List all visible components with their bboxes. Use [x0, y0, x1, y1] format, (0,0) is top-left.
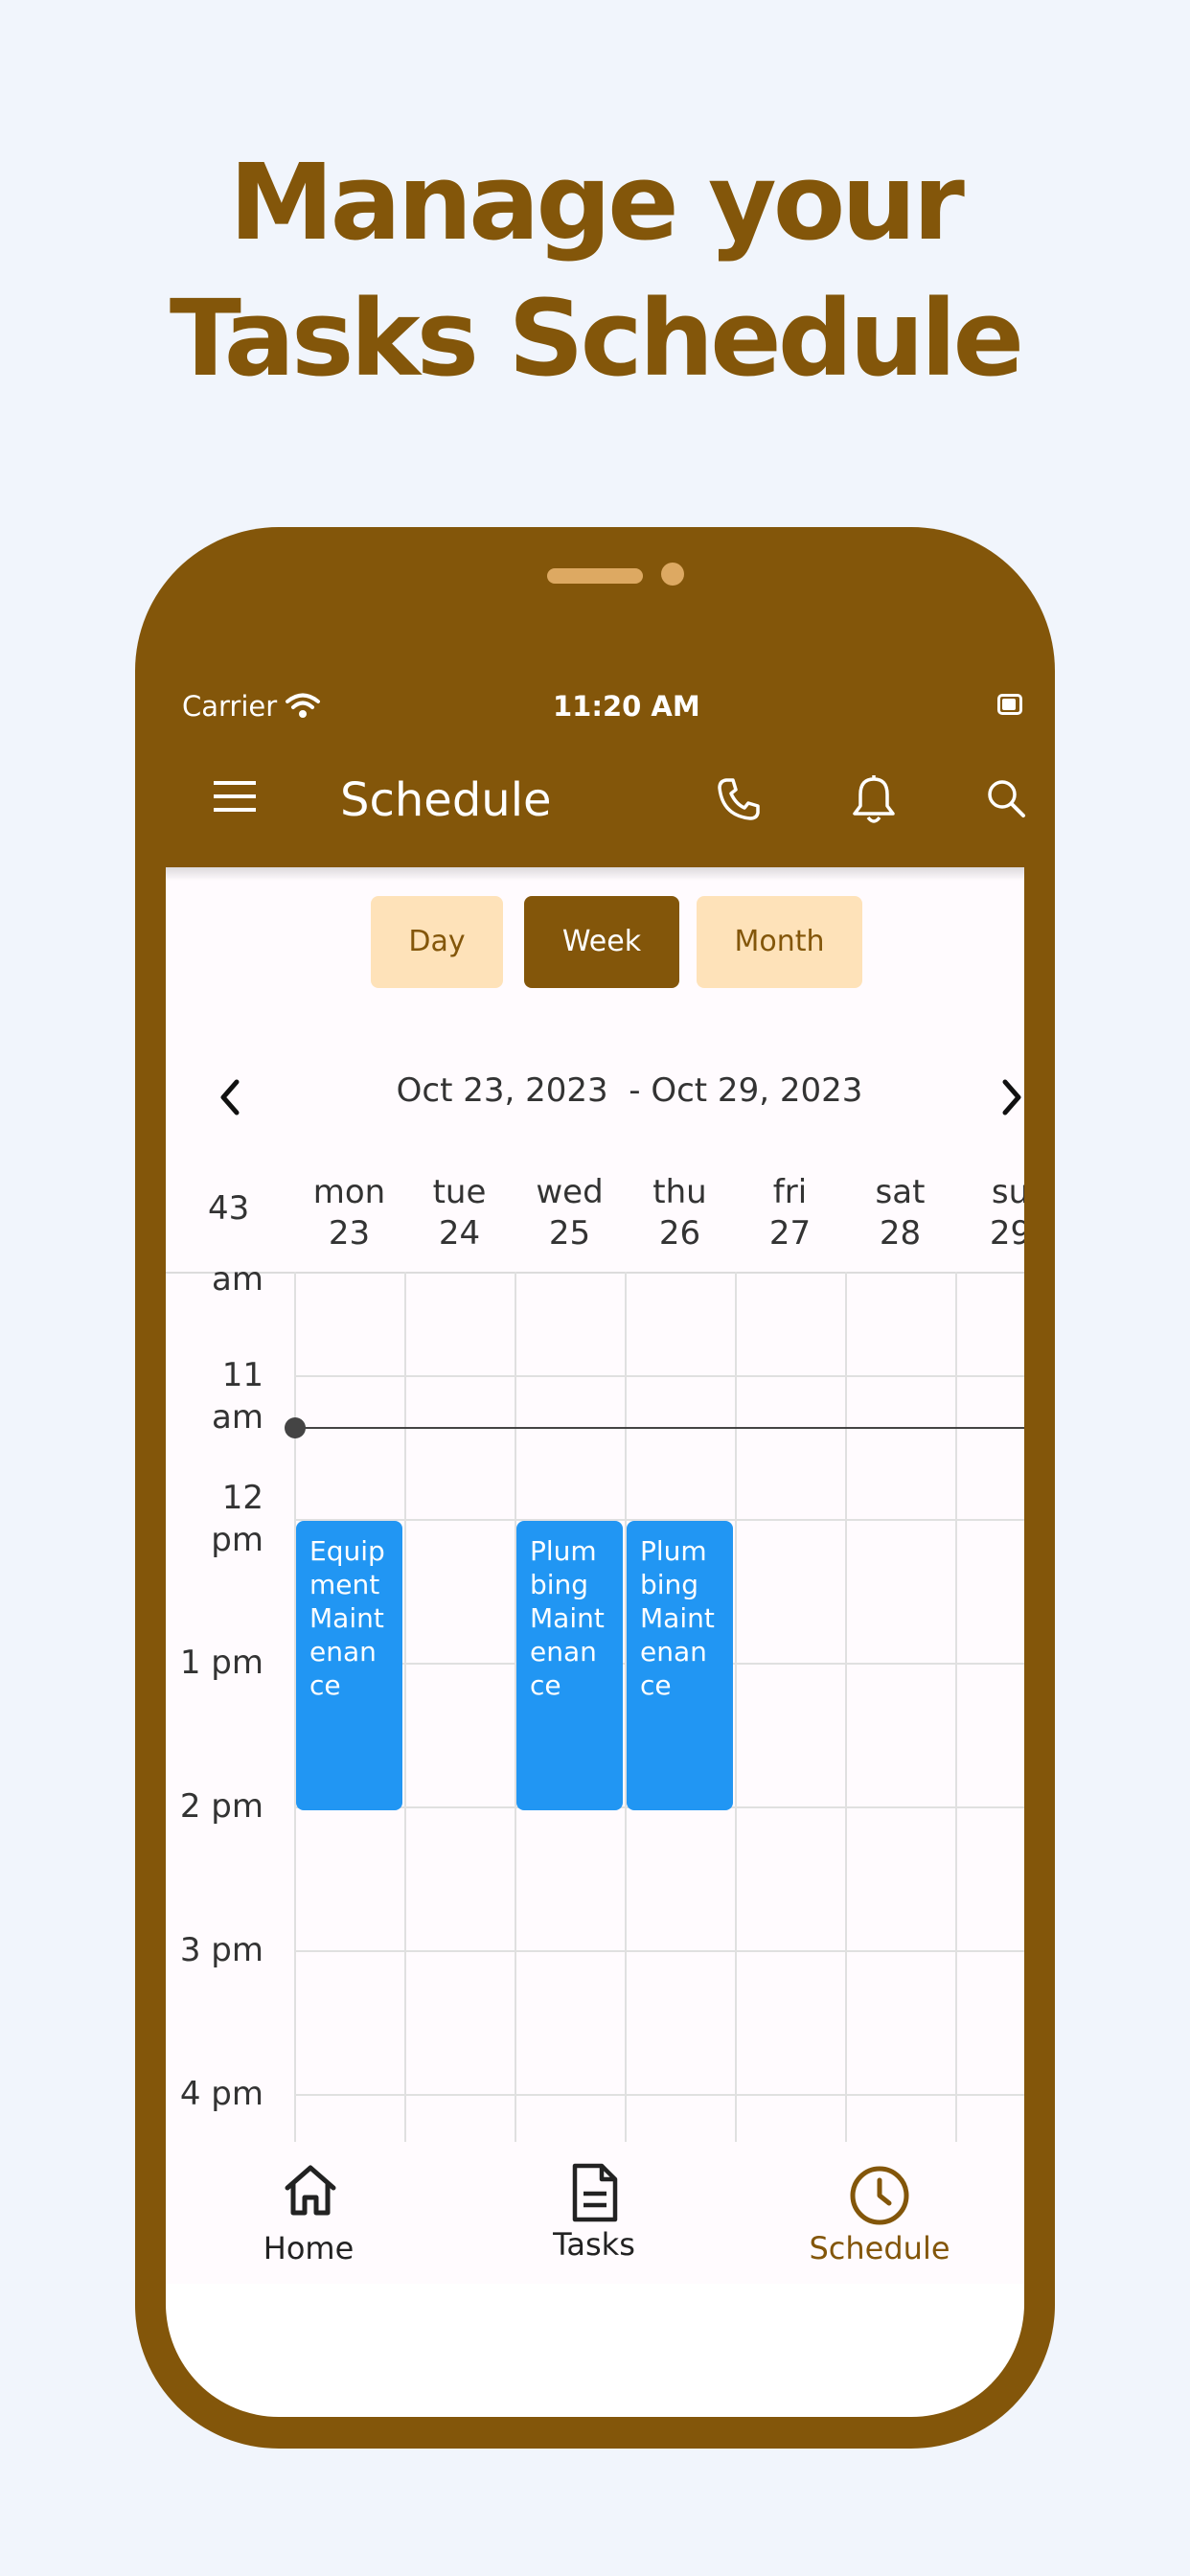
- day-date: 27: [768, 1214, 812, 1253]
- day-name: su: [991, 1173, 1024, 1211]
- headline-line-2: Tasks Schedule: [169, 277, 1024, 400]
- app-bar-shadow: [166, 867, 1024, 881]
- time-label: 3 pm: [179, 1931, 263, 1969]
- day-column-divider: [955, 1272, 957, 2142]
- day-header-mon[interactable]: mon 23: [294, 1172, 404, 1254]
- day-date: 29: [989, 1214, 1024, 1253]
- nav-label-tasks: Tasks: [553, 2226, 635, 2263]
- day-column-divider: [735, 1272, 737, 2142]
- day-name: tue: [432, 1173, 487, 1211]
- time-label: 2 pm: [179, 1787, 263, 1826]
- date-range-start: Oct 23, 2023: [396, 1071, 608, 1110]
- time-label: 4 pm: [179, 2075, 263, 2113]
- chevron-right-icon[interactable]: [997, 1076, 1024, 1122]
- page-title: Schedule: [340, 773, 552, 827]
- phone-icon[interactable]: [715, 775, 763, 827]
- speaker-grille: [547, 568, 643, 584]
- day-header-fri[interactable]: fri 27: [735, 1172, 845, 1254]
- promo-headline: Manage your Tasks Schedule: [0, 134, 1190, 406]
- day-column-divider: [845, 1272, 847, 2142]
- time-label: am: [212, 1260, 263, 1299]
- event-card[interactable]: Plumbing Maintenance: [516, 1521, 623, 1810]
- day-date: 24: [438, 1214, 481, 1253]
- date-range: Oct 23, 2023 - Oct 29, 2023: [166, 1071, 1024, 1110]
- day-name: wed: [536, 1173, 604, 1211]
- view-day-button[interactable]: Day: [371, 896, 503, 988]
- view-month-button[interactable]: Month: [697, 896, 862, 988]
- day-header-su[interactable]: su 29: [955, 1172, 1024, 1254]
- search-icon[interactable]: [985, 777, 1027, 823]
- clock-icon: [849, 2165, 910, 2230]
- day-name: sat: [875, 1173, 926, 1211]
- day-header-tue[interactable]: tue 24: [404, 1172, 515, 1254]
- day-name: thu: [652, 1173, 707, 1211]
- day-date: 25: [548, 1214, 591, 1253]
- front-camera: [661, 563, 684, 586]
- day-date: 26: [658, 1214, 701, 1253]
- day-column-divider: [404, 1272, 406, 2142]
- headline-line-1: Manage your: [229, 141, 965, 264]
- nav-label-schedule: Schedule: [809, 2230, 950, 2266]
- time-label: 12 pm: [211, 1479, 263, 1559]
- phone-frame: Carrier 11:20 AM Schedule Day Week Month: [135, 527, 1055, 2449]
- week-number: 43: [208, 1189, 250, 1228]
- time-label: 11 am: [212, 1356, 263, 1437]
- day-name: fri: [772, 1173, 808, 1211]
- status-time: 11:20 AM: [553, 690, 700, 723]
- battery-icon: [997, 694, 1022, 715]
- nav-tab-schedule[interactable]: Schedule: [737, 2142, 1022, 2284]
- view-week-button[interactable]: Week: [524, 896, 679, 988]
- nav-tab-tasks[interactable]: Tasks: [451, 2142, 737, 2284]
- time-label: 1 pm: [179, 1644, 263, 1682]
- day-header-sat[interactable]: sat 28: [845, 1172, 955, 1254]
- wifi-icon: [285, 692, 321, 723]
- app-screen: Day Week Month Oct 23, 2023 - Oct 29, 20…: [166, 867, 1024, 2417]
- home-icon: [283, 2163, 338, 2220]
- schedule-content: Day Week Month Oct 23, 2023 - Oct 29, 20…: [166, 867, 1024, 2142]
- current-time-indicator: [285, 1417, 306, 1438]
- event-card[interactable]: Equipment Maintenance: [296, 1521, 402, 1810]
- calendar-grid: am 11 am 12 pm 1 pm 2 pm 3 pm 4 pm Equipment Ma…: [166, 1260, 1024, 2142]
- day-date: 23: [328, 1214, 371, 1253]
- event-card[interactable]: Plumbing Maintenance: [627, 1521, 733, 1810]
- document-icon: [570, 2161, 620, 2228]
- status-bar: Carrier 11:20 AM: [135, 680, 1055, 738]
- nav-tab-home[interactable]: Home: [166, 2142, 451, 2284]
- current-time-line: [294, 1427, 1024, 1429]
- nav-label-home: Home: [263, 2230, 355, 2266]
- bell-icon[interactable]: [849, 773, 899, 831]
- app-bar: Schedule: [135, 752, 1055, 848]
- menu-icon[interactable]: [212, 777, 258, 819]
- carrier-label: Carrier: [182, 690, 278, 723]
- day-header-wed[interactable]: wed 25: [515, 1172, 625, 1254]
- bottom-navigation: Home Tasks Schedule: [166, 2142, 1024, 2284]
- day-name: mon: [312, 1173, 386, 1211]
- day-header-thu[interactable]: thu 26: [625, 1172, 735, 1254]
- date-range-end: - Oct 29, 2023: [629, 1071, 863, 1110]
- day-date: 28: [879, 1214, 922, 1253]
